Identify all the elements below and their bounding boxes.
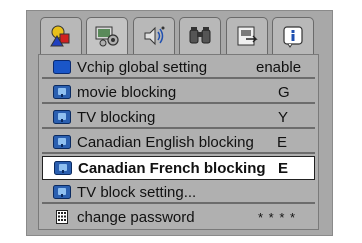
menu-item-movie-blocking[interactable]: movie blocking G (42, 82, 315, 104)
tab-setup[interactable] (86, 17, 128, 54)
menu-item-label: movie blocking (77, 83, 177, 101)
vchip-menu: Vchip global setting enable movie blocki… (38, 54, 319, 230)
tab-info[interactable] (272, 17, 314, 54)
menu-item-vchip-global[interactable]: Vchip global setting enable (42, 57, 315, 79)
menu-item-value: enable (256, 58, 302, 76)
tv-icon (54, 161, 72, 175)
menu-item-value: Y (278, 108, 289, 126)
menu-item-canadian-english[interactable]: Canadian English blocking E (42, 132, 315, 154)
binoculars-icon (189, 27, 211, 44)
menu-item-value: E (278, 159, 289, 177)
settings-icon (95, 26, 119, 47)
menu-item-label: Canadian English blocking (77, 133, 254, 151)
tv-icon (53, 85, 71, 99)
menu-item-label: Canadian French blocking (78, 159, 266, 177)
info-icon (283, 26, 303, 48)
password-mask: * * * * (258, 209, 297, 225)
tab-channel[interactable] (179, 17, 221, 54)
menu-item-label: change password (77, 208, 195, 226)
menu-item-tv-block-setting[interactable]: TV block setting... (42, 182, 315, 204)
menu-item-change-password[interactable]: change password * * * * (42, 206, 315, 228)
menu-item-label: Vchip global setting (77, 58, 208, 76)
tv-icon (53, 185, 71, 199)
screen-icon (53, 60, 71, 74)
keypad-icon (56, 210, 68, 224)
tab-picture[interactable] (40, 17, 82, 54)
tv-icon (53, 110, 71, 124)
menu-item-value: G (278, 83, 290, 101)
menu-item-label: TV blocking (77, 108, 156, 126)
color-shapes-icon (50, 25, 70, 47)
menu-item-value: E (277, 133, 288, 151)
menu-item-canadian-french[interactable]: Canadian French blocking E (42, 156, 315, 180)
tv-icon (53, 135, 71, 149)
source-input-icon (237, 26, 258, 46)
tab-bar (38, 17, 318, 54)
menu-item-tv-blocking[interactable]: TV blocking Y (42, 107, 315, 129)
speaker-icon (144, 26, 165, 46)
menu-item-label: TV block setting... (77, 183, 197, 201)
tab-source[interactable] (226, 17, 268, 54)
tab-sound[interactable] (133, 17, 175, 54)
